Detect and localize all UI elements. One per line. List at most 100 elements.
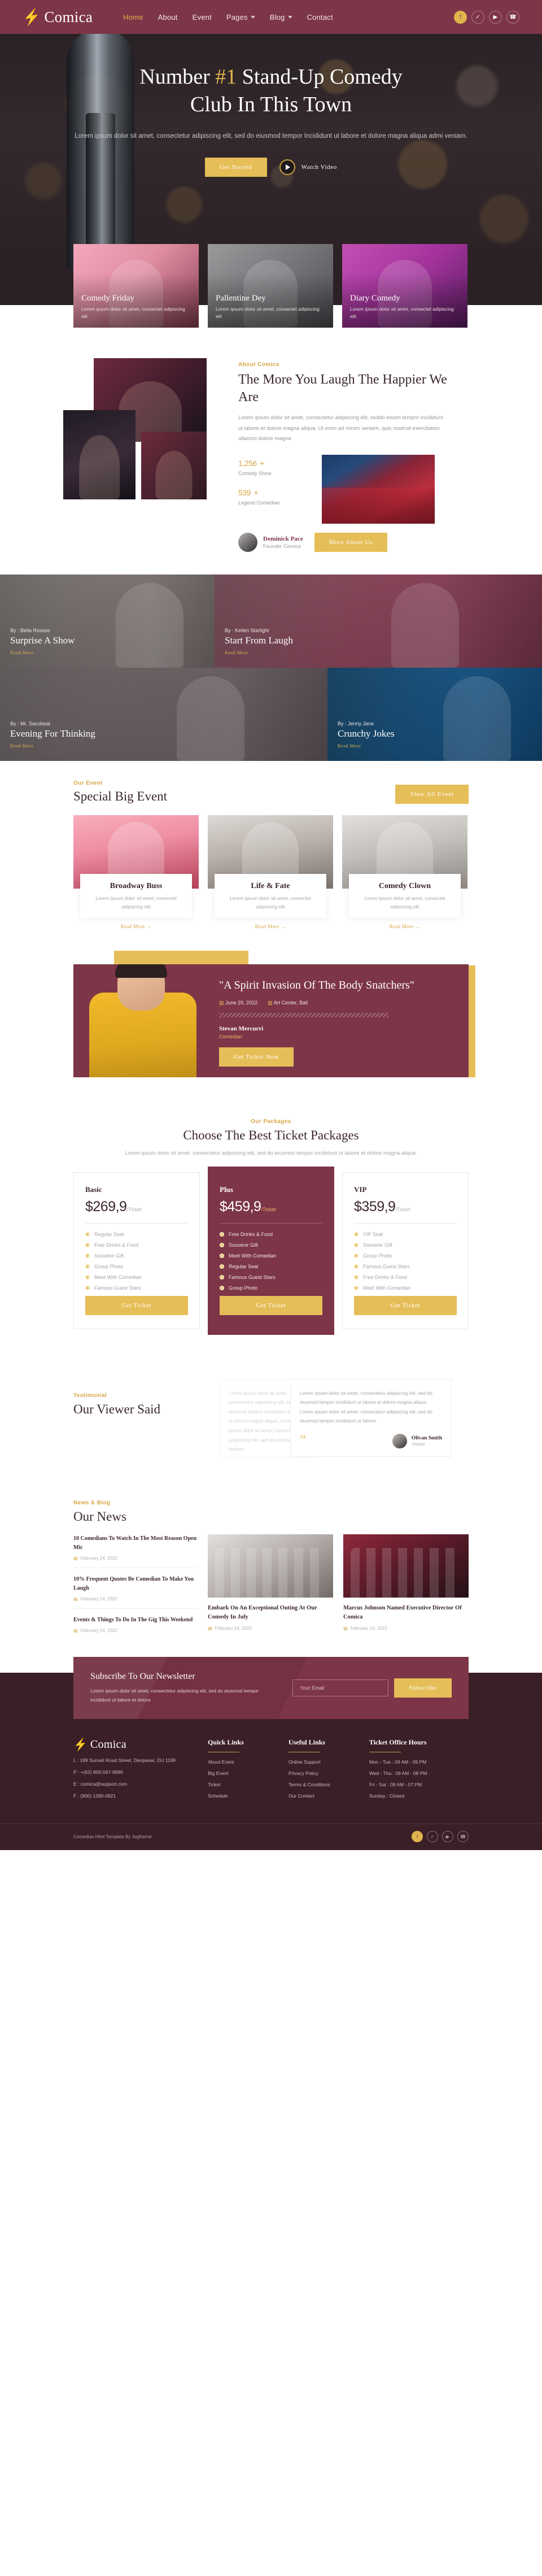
- testimonial-section: Testimonial Our Viewer Said Lorem ipsum …: [73, 1357, 469, 1500]
- comedian-tile[interactable]: By : Bella Rossse Surprise A Show Read M…: [0, 574, 215, 668]
- testimonial-card-active[interactable]: Lorem ipsum dolor sit amet, consectetur …: [290, 1378, 452, 1457]
- event-read-more[interactable]: Read More →: [208, 924, 333, 929]
- event-read-more[interactable]: Read More →: [342, 924, 467, 929]
- pricing-plan-plus[interactable]: Plus $459,9/Ticket Free Drinks & Food So…: [208, 1166, 334, 1335]
- feature-card-text: Lorem ipsum dolor sit amet, consectet ad…: [350, 306, 454, 320]
- footer-link[interactable]: Privacy Policy: [289, 1770, 369, 1776]
- read-more-link[interactable]: Read More: [225, 650, 293, 655]
- news-post-image: [343, 1534, 469, 1598]
- founder-block: Dominick Pace Founder Comica More About …: [238, 532, 448, 552]
- footer-link[interactable]: About Event: [208, 1759, 289, 1765]
- whatsapp-icon[interactable]: ☎: [457, 1831, 469, 1842]
- event-title: Comedy Clown: [378, 881, 431, 890]
- nav-item-contact[interactable]: Contact: [307, 13, 333, 21]
- feature-label: Free Drinks & Food: [229, 1231, 273, 1237]
- event-text: Lorem ipsum dolor sit amet, consectet ad…: [95, 895, 177, 910]
- whatsapp-icon[interactable]: ☎: [506, 10, 519, 24]
- more-about-us-button[interactable]: More About Us: [314, 532, 388, 552]
- twitter-icon[interactable]: ✓: [427, 1831, 438, 1842]
- feature-label: Souvenir Gift: [94, 1252, 124, 1259]
- nav-item-about[interactable]: About: [158, 13, 178, 21]
- event-card[interactable]: Broadway Buss Lorem ipsum dolor sit amet…: [73, 815, 199, 929]
- newsletter-email-input[interactable]: [292, 1679, 389, 1696]
- footer-logo[interactable]: ⚡ Comica: [73, 1738, 208, 1752]
- comedian-tile[interactable]: By : Kellen Starlight Start From Laugh R…: [215, 574, 542, 668]
- pricing-plan-basic[interactable]: Basic $269,9/Ticket Regular Seat Free Dr…: [73, 1172, 200, 1329]
- news-post[interactable]: Marcus Johnson Named Executive Director …: [343, 1534, 469, 1647]
- footer-column-title: Useful Links: [288, 1738, 325, 1746]
- pricing-plan-vip[interactable]: VIP $359,9/Ticket VIP Seat Souvenir Gift…: [342, 1172, 469, 1329]
- read-more-link[interactable]: Read More: [10, 650, 75, 655]
- facebook-icon[interactable]: f: [454, 10, 467, 24]
- event-read-more[interactable]: Read More →: [73, 924, 199, 929]
- nav-item-pages[interactable]: Pages: [226, 13, 255, 21]
- plan-feature: Free Drinks & Food: [354, 1274, 457, 1280]
- footer-link[interactable]: Our Contact: [289, 1793, 369, 1799]
- footer-link[interactable]: Online Support: [289, 1759, 369, 1765]
- watch-video-button[interactable]: Watch Video: [279, 159, 337, 175]
- plan-feature: Famous Guest Stars: [85, 1285, 188, 1291]
- view-all-event-button[interactable]: View All Event: [395, 784, 469, 804]
- plan-features: Regular Seat Free Drinks & Food Souvenir…: [85, 1232, 188, 1291]
- comedian-tile[interactable]: By : Jenny Jane Crunchy Jokes Read More: [327, 667, 542, 761]
- hero-title-highlight: #1: [215, 65, 237, 89]
- news-list-item[interactable]: 10% Frequent Quotes Be Comedian To Make …: [73, 1575, 198, 1609]
- subscribe-button[interactable]: Subscribe: [394, 1678, 452, 1698]
- news-post[interactable]: Embark On An Exceptional Outing At Our C…: [208, 1534, 333, 1647]
- feature-label: Group Photo: [229, 1285, 258, 1291]
- footer-link[interactable]: Big Event: [208, 1770, 289, 1776]
- feature-card[interactable]: Diary Comedy Lorem ipsum dolor sit amet,…: [342, 244, 467, 328]
- feature-card[interactable]: Pallentine Dey Lorem ipsum dolor sit ame…: [208, 244, 333, 328]
- calendar-icon: ▤: [73, 1628, 78, 1633]
- feature-card[interactable]: Comedy Friday Lorem ipsum dolor sit amet…: [73, 244, 199, 328]
- office-hours-row: Fri - Sat : 09 AM - 07 PM: [369, 1782, 422, 1787]
- footer-link[interactable]: Terms & Conditions: [289, 1782, 369, 1787]
- founder-role: Founder Comica: [263, 543, 301, 549]
- news-list-item[interactable]: 10 Comedians To Watch In The Most Reason…: [73, 1534, 198, 1568]
- feature-label: Regular Seat: [229, 1263, 259, 1269]
- feature-cards-band: Comedy Friday Lorem ipsum dolor sit amet…: [0, 244, 542, 338]
- footer-column-title: Ticket Office Hours: [369, 1738, 427, 1746]
- testimonial-author: Olivan Smith: [411, 1435, 442, 1441]
- twitter-icon[interactable]: ✓: [471, 10, 484, 24]
- audience-photo: [322, 454, 435, 524]
- avatar: [238, 532, 257, 552]
- facebook-icon[interactable]: f: [412, 1831, 423, 1842]
- main-navigation: Home About Event Pages Blog Contact: [123, 13, 333, 21]
- testimonial-author-role: Viewer: [411, 1441, 426, 1447]
- check-dot-icon: [354, 1232, 359, 1237]
- get-ticket-button[interactable]: Get Ticket: [220, 1295, 322, 1315]
- gallery-image-3: [141, 432, 207, 499]
- plan-feature: Souvenir Gift: [220, 1242, 322, 1248]
- comedian-tile[interactable]: By : Mr. Sacobeat Evening For Thinking R…: [0, 667, 327, 761]
- event-card[interactable]: Life & Fate Lorem ipsum dolor sit amet, …: [208, 815, 333, 929]
- hero-section: Number #1 Stand-Up Comedy Club In This T…: [0, 34, 542, 271]
- footer-link[interactable]: Ticket: [208, 1782, 289, 1787]
- footer-bottom-bar: Comedian Html Template By Jegtheme f ✓ ▶…: [0, 1824, 542, 1850]
- events-section: Our Event Special Big Event View All Eve…: [73, 761, 469, 952]
- nav-item-blog[interactable]: Blog: [270, 13, 292, 21]
- footer-link[interactable]: Schedule: [208, 1793, 289, 1799]
- youtube-icon[interactable]: ▶: [442, 1831, 453, 1842]
- stat-value: 539 +: [238, 484, 312, 499]
- nav-item-event[interactable]: Event: [193, 13, 212, 21]
- zigzag-divider: [219, 1013, 388, 1018]
- read-more-link[interactable]: Read More: [10, 743, 95, 749]
- nav-item-home[interactable]: Home: [123, 13, 143, 21]
- youtube-icon[interactable]: ▶: [489, 10, 502, 24]
- get-ticket-button[interactable]: Get Ticket: [85, 1295, 188, 1315]
- check-dot-icon: [220, 1242, 224, 1247]
- header-social-links: f ✓ ▶ ☎: [454, 10, 519, 24]
- check-dot-icon: [85, 1253, 90, 1258]
- get-started-button[interactable]: Get Started: [205, 157, 267, 177]
- read-more-link[interactable]: Read More: [338, 743, 395, 749]
- footer-columns: ⚡ Comica L : 189 Sunset Road Street, Den…: [73, 1735, 469, 1824]
- stat-item: 539 + Legend Comedian: [238, 484, 312, 506]
- news-list-item[interactable]: Events & Things To Do In The Gig This We…: [73, 1616, 198, 1640]
- spotlight-venue: Art Center, Bali: [273, 1000, 308, 1006]
- event-card[interactable]: Comedy Clown Lorem ipsum dolor sit amet,…: [342, 815, 467, 929]
- get-ticket-now-button[interactable]: Get Ticket Now: [219, 1047, 294, 1067]
- news-post-date: February 24, 2022: [215, 1626, 252, 1631]
- get-ticket-button[interactable]: Get Ticket: [354, 1295, 457, 1315]
- brand-logo[interactable]: ⚡ Comica: [21, 7, 93, 27]
